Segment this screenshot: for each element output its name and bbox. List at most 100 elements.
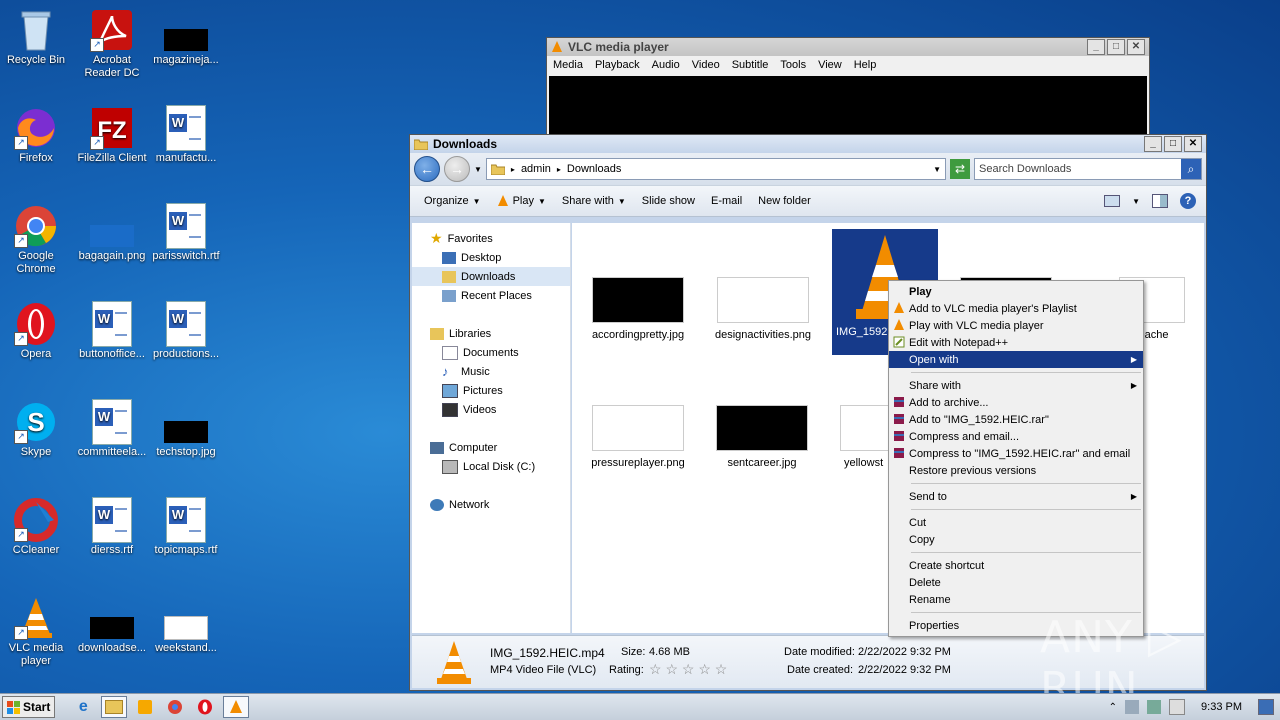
file-item[interactable]: pressureplayer.png	[588, 405, 688, 469]
action-center-flag-icon[interactable]	[1169, 699, 1186, 715]
desktop-icon-filezilla[interactable]: FZ ↗ FileZilla Client	[76, 106, 148, 165]
nav-documents[interactable]: Documents	[412, 343, 570, 362]
desktop-icon-google-chrome[interactable]: ↗ Google Chrome	[0, 204, 72, 276]
search-icon[interactable]: ⌕	[1181, 159, 1201, 179]
network-tray-icon[interactable]	[1147, 700, 1162, 714]
start-button[interactable]: Start	[2, 696, 56, 718]
nav-libraries[interactable]: Libraries	[412, 324, 570, 343]
vlc-video-area[interactable]	[549, 76, 1147, 138]
organize-button[interactable]: Organize ▼	[416, 195, 489, 207]
desktop-icon-techstop[interactable]: techstop.jpg	[150, 400, 222, 459]
file-item[interactable]: accordingpretty.jpg	[588, 277, 688, 341]
help-icon[interactable]: ?	[1180, 193, 1196, 209]
nav-computer[interactable]: Computer	[412, 438, 570, 457]
refresh-icon[interactable]: ⇄	[950, 159, 970, 179]
desktop-icon-topicmaps[interactable]: topicmaps.rtf	[150, 497, 222, 557]
vlc-window[interactable]: VLC media player _ □ ✕ Media Playback Au…	[546, 37, 1150, 139]
taskbar-opera-icon[interactable]	[193, 697, 217, 717]
nav-recent-places[interactable]: Recent Places	[412, 286, 570, 305]
menu-view[interactable]: View	[812, 59, 848, 71]
close-button[interactable]: ✕	[1184, 136, 1202, 152]
email-button[interactable]: E-mail	[703, 195, 750, 207]
rating-stars[interactable]: ☆ ☆ ☆ ☆ ☆	[649, 661, 727, 678]
back-button[interactable]: ←	[414, 156, 440, 182]
speaker-icon[interactable]	[1125, 700, 1140, 714]
file-item[interactable]: sentcareer.jpg	[712, 405, 812, 469]
menu-item-compress-email[interactable]: Compress and email...	[889, 428, 1143, 445]
nav-videos[interactable]: Videos	[412, 400, 570, 419]
clock[interactable]: 9:33 PM	[1201, 701, 1242, 713]
menu-audio[interactable]: Audio	[646, 59, 686, 71]
minimize-button[interactable]: _	[1144, 136, 1162, 152]
vlc-titlebar[interactable]: VLC media player _ □ ✕	[547, 38, 1149, 56]
maximize-button[interactable]: □	[1164, 136, 1182, 152]
menu-item-open-with[interactable]: Open with ▶	[889, 351, 1143, 368]
nav-local-disk[interactable]: Local Disk (C:)	[412, 457, 570, 476]
desktop-icon-opera[interactable]: ↗ Opera	[0, 302, 72, 361]
slide-show-button[interactable]: Slide show	[634, 195, 703, 207]
menu-item-play[interactable]: Play	[889, 283, 1143, 300]
menu-item-play-with-vlc[interactable]: Play with VLC media player	[889, 317, 1143, 334]
menu-item-delete[interactable]: Delete	[889, 574, 1143, 591]
taskbar-vlc-icon[interactable]	[223, 696, 250, 718]
nav-music[interactable]: ♪ Music	[412, 362, 570, 381]
file-item[interactable]: yellowst	[836, 405, 898, 469]
menu-video[interactable]: Video	[686, 59, 726, 71]
close-button[interactable]: ✕	[1127, 39, 1145, 55]
desktop-icon-committeela[interactable]: committeela...	[76, 399, 148, 459]
menu-playback[interactable]: Playback	[589, 59, 646, 71]
breadcrumb-admin[interactable]: admin	[521, 163, 551, 175]
play-button[interactable]: Play ▼	[489, 195, 554, 207]
menu-item-add-playlist[interactable]: Add to VLC media player's Playlist	[889, 300, 1143, 317]
menu-item-send-to[interactable]: Send to ▶	[889, 488, 1143, 505]
menu-item-rename[interactable]: Rename	[889, 591, 1143, 608]
desktop-icon-ccleaner[interactable]: ↗ CCleaner	[0, 498, 72, 557]
explorer-titlebar[interactable]: Downloads _ □ ✕	[410, 135, 1206, 153]
nav-pictures[interactable]: Pictures	[412, 381, 570, 400]
desktop-icon-bagagain[interactable]: bagagain.png	[76, 204, 148, 263]
desktop-icon-parisswitch[interactable]: parisswitch.rtf	[150, 203, 222, 263]
show-desktop-button[interactable]	[1258, 699, 1274, 715]
menu-tools[interactable]: Tools	[774, 59, 812, 71]
menu-item-add-rar[interactable]: Add to "IMG_1592.HEIC.rar"	[889, 411, 1143, 428]
menu-item-create-shortcut[interactable]: Create shortcut	[889, 557, 1143, 574]
nav-desktop[interactable]: Desktop	[412, 248, 570, 267]
search-input[interactable]: Search Downloads ⌕	[974, 158, 1202, 180]
breadcrumb-downloads[interactable]: Downloads	[567, 163, 621, 175]
desktop-icon-buttonoffice[interactable]: buttonoffice...	[76, 301, 148, 361]
desktop-icon-weekstand[interactable]: weekstand...	[150, 596, 222, 655]
address-bar[interactable]: ▸ admin ▸ Downloads ▼	[485, 158, 946, 180]
desktop-icon-recycle-bin[interactable]: Recycle Bin	[0, 8, 72, 67]
nav-favorites[interactable]: ★ Favorites	[412, 229, 570, 248]
preview-pane-icon[interactable]	[1152, 194, 1168, 208]
menu-item-copy[interactable]: Copy	[889, 531, 1143, 548]
desktop-icon-manufactu[interactable]: manufactu...	[150, 105, 222, 165]
desktop-icon-acrobat[interactable]: ↗ Acrobat Reader DC	[76, 8, 148, 80]
desktop-icon-dierss[interactable]: dierss.rtf	[76, 497, 148, 557]
share-with-button[interactable]: Share with ▼	[554, 195, 634, 207]
maximize-button[interactable]: □	[1107, 39, 1125, 55]
views-icon[interactable]	[1104, 195, 1121, 207]
menu-item-restore-versions[interactable]: Restore previous versions	[889, 462, 1143, 479]
taskbar-chrome-icon[interactable]	[163, 697, 187, 717]
recent-pages-chevron-icon[interactable]: ▼	[474, 165, 482, 174]
nav-network[interactable]: Network	[412, 495, 570, 514]
menu-subtitle[interactable]: Subtitle	[726, 59, 775, 71]
menu-media[interactable]: Media	[547, 59, 589, 71]
desktop-icon-firefox[interactable]: ↗ Firefox	[0, 106, 72, 165]
taskbar-media-player-icon[interactable]	[133, 697, 157, 717]
menu-item-cut[interactable]: Cut	[889, 514, 1143, 531]
taskbar-explorer-icon[interactable]	[101, 696, 128, 718]
menu-item-compress-rar-email[interactable]: Compress to "IMG_1592.HEIC.rar" and emai…	[889, 445, 1143, 462]
minimize-button[interactable]: _	[1087, 39, 1105, 55]
menu-help[interactable]: Help	[848, 59, 883, 71]
taskbar-ie-icon[interactable]: e	[71, 697, 95, 717]
forward-button[interactable]: →	[444, 156, 470, 182]
desktop-icon-skype[interactable]: S ↗ Skype	[0, 400, 72, 459]
desktop-icon-vlc[interactable]: ↗ VLC media player	[0, 596, 72, 668]
file-item[interactable]: designactivities.png	[708, 277, 818, 341]
address-dropdown-icon[interactable]: ▼	[933, 165, 941, 174]
desktop-icon-magazineja[interactable]: magazineja...	[150, 8, 222, 67]
menu-item-share-with[interactable]: Share with ▶	[889, 377, 1143, 394]
views-dropdown-icon[interactable]: ▼	[1132, 197, 1140, 206]
